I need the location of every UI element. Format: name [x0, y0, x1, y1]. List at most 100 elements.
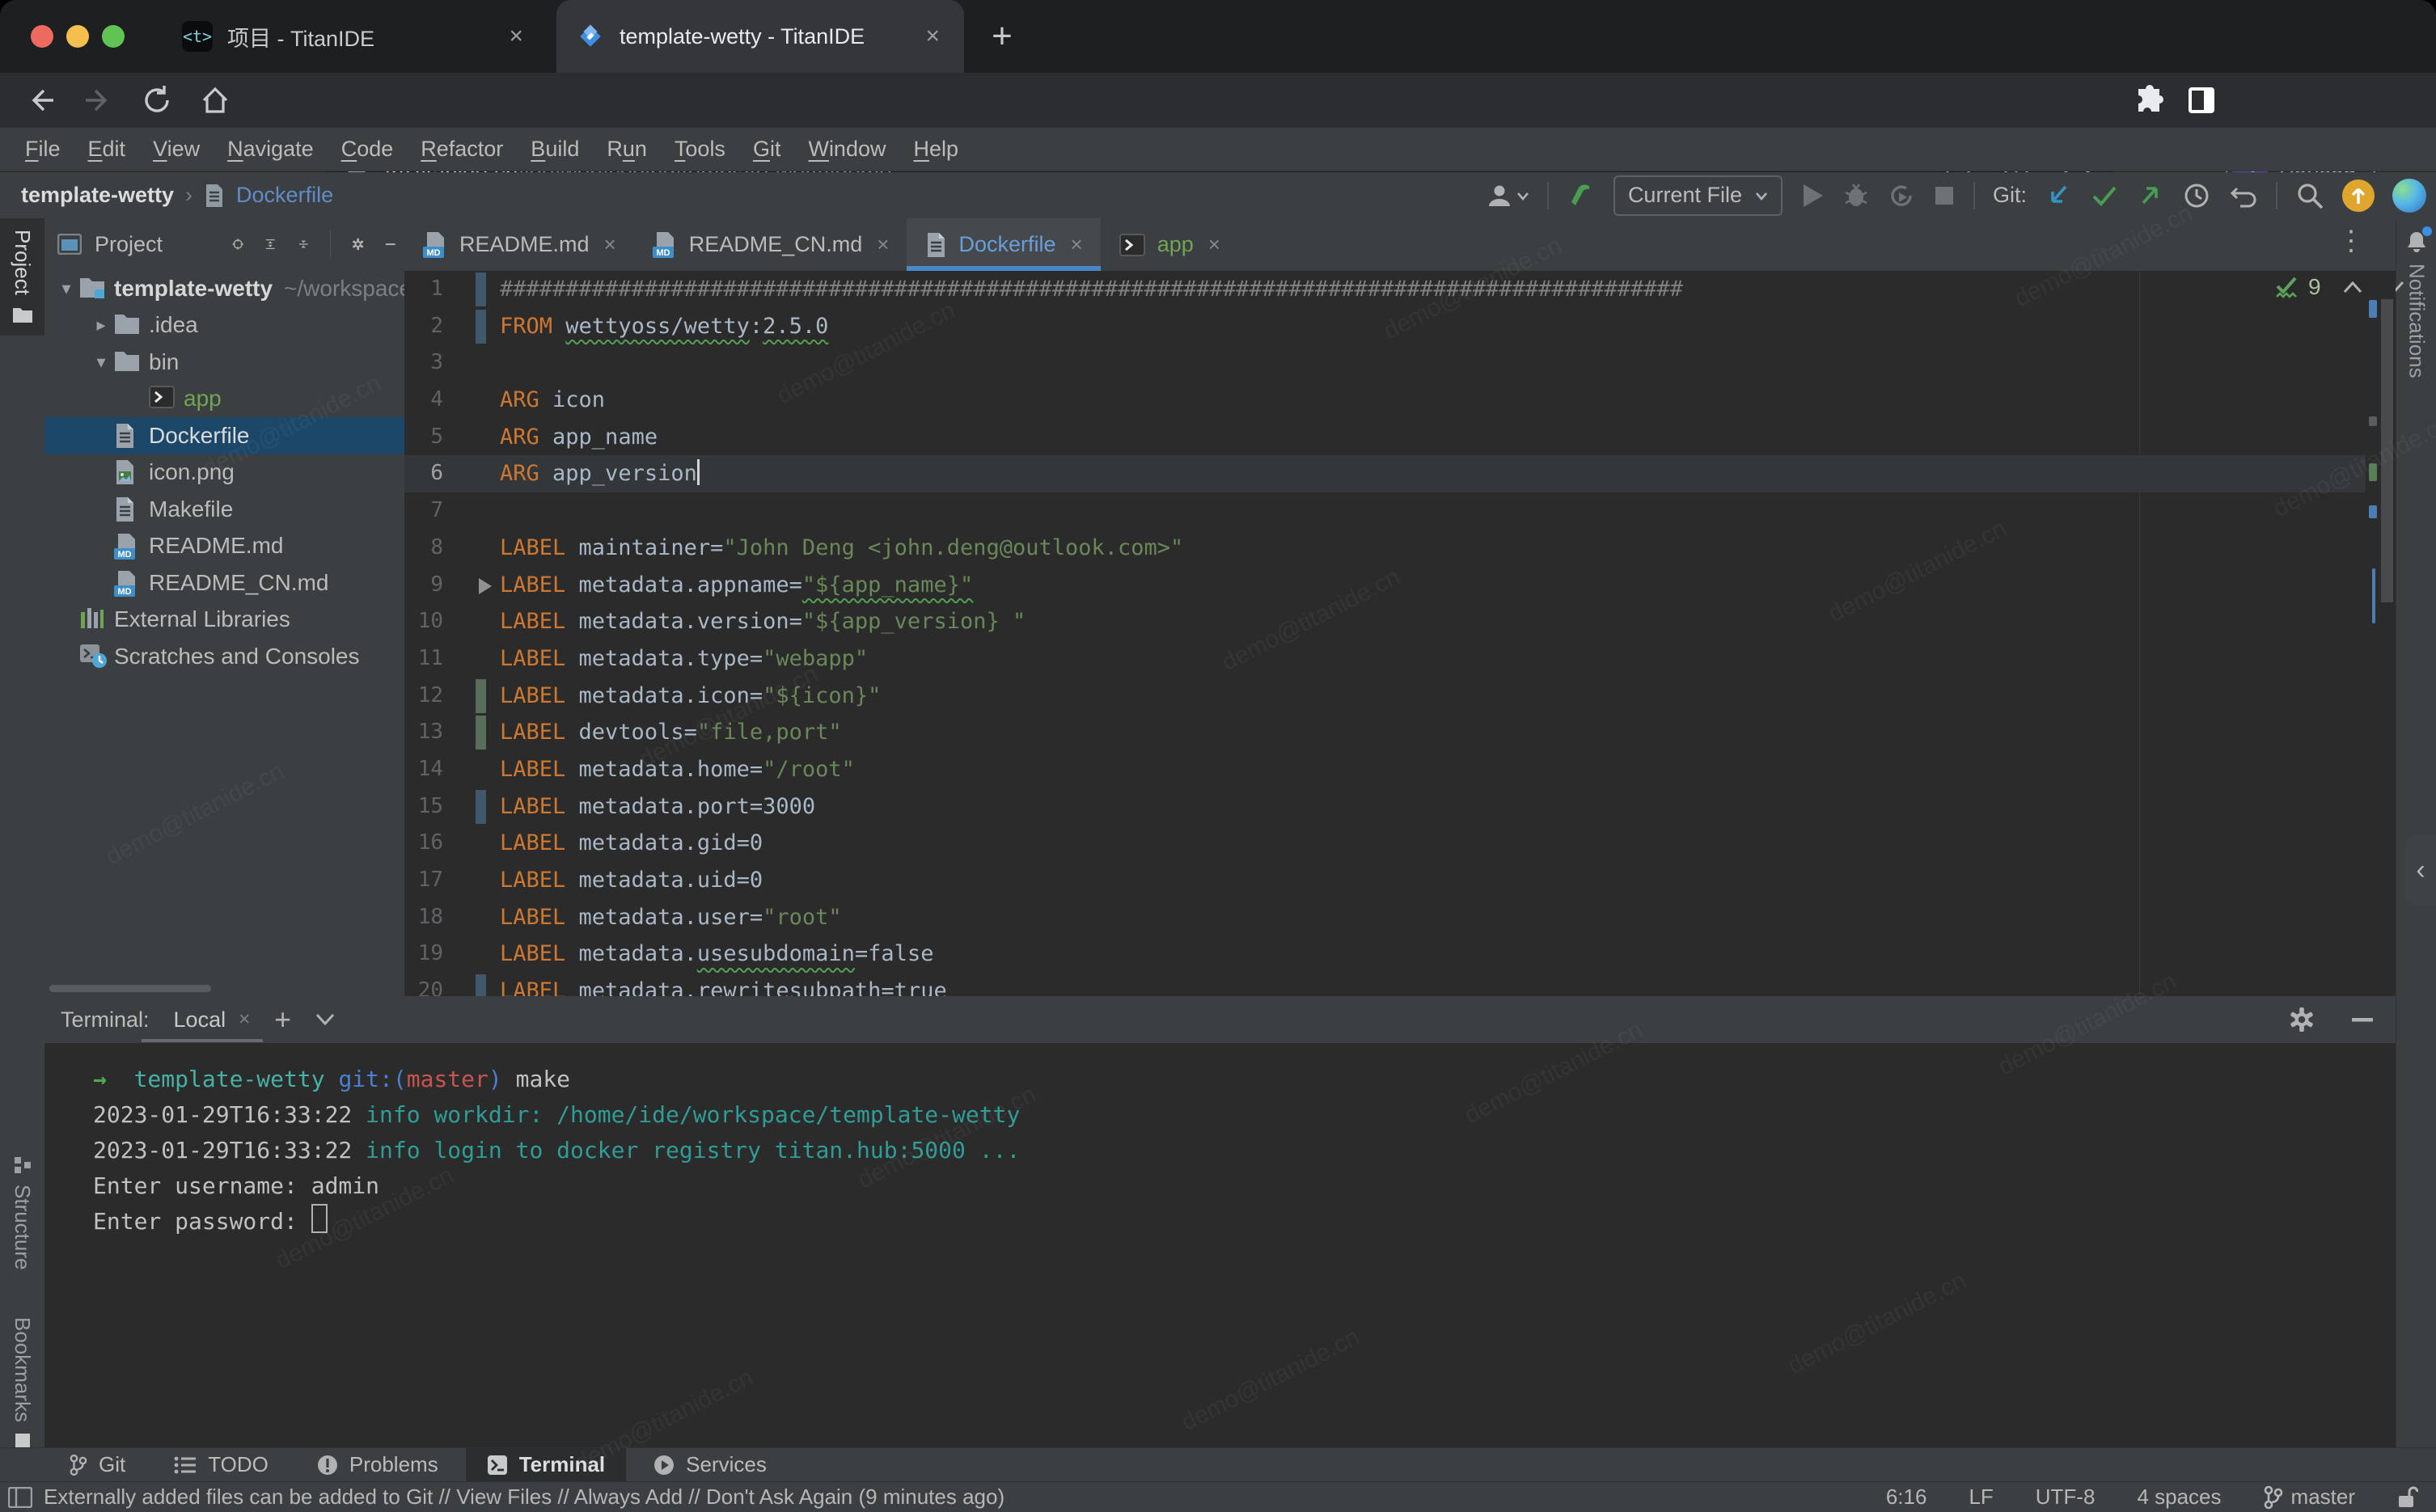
menu-window[interactable]: Window	[794, 137, 899, 162]
code-line-16[interactable]: 16LABEL metadata.gid=0	[404, 825, 2366, 862]
tree-item-makefile[interactable]: Makefile	[44, 491, 404, 528]
code-line-14[interactable]: 14LABEL metadata.home="/root"	[404, 751, 2366, 788]
user-icon[interactable]	[1486, 182, 1529, 209]
code-line-20[interactable]: 20LABEL metadata.rewritesubpath=true	[404, 973, 2366, 996]
git-push-icon[interactable]	[2137, 182, 2164, 209]
close-tab-icon[interactable]: ×	[877, 232, 889, 257]
code-line-18[interactable]: 18LABEL metadata.user="root"	[404, 899, 2366, 936]
hide-panel-minus-icon[interactable]	[385, 241, 396, 247]
menu-file[interactable]: File	[11, 137, 74, 162]
breadcrumb-file[interactable]: Dockerfile	[236, 183, 333, 208]
project-panel-title[interactable]: Project	[57, 232, 163, 257]
collapse-all-icon[interactable]	[298, 231, 309, 257]
back-icon[interactable]	[23, 82, 58, 118]
sidebar-item-structure[interactable]: Structure	[0, 1144, 44, 1282]
editor-tab-readme-cn-md[interactable]: MDREADME_CN.md×	[634, 218, 907, 271]
sidebar-item-bookmarks[interactable]: Bookmarks	[0, 1306, 44, 1466]
code-line-5[interactable]: 5ARG app_name	[404, 419, 2366, 456]
menu-code[interactable]: Code	[328, 137, 408, 162]
git-commit-check-icon[interactable]	[2090, 182, 2119, 209]
minimize-window-button[interactable]	[66, 25, 89, 48]
extensions-puzzle-icon[interactable]	[2132, 82, 2167, 118]
close-tab-icon[interactable]: ×	[604, 232, 616, 257]
code-line-12[interactable]: 12LABEL metadata.icon="${icon}"	[404, 678, 2366, 715]
code-line-10[interactable]: 10LABEL metadata.version="${app_version}…	[404, 603, 2366, 640]
tree-item-template-wetty[interactable]: ▾template-wetty~/workspace	[44, 270, 404, 307]
new-terminal-session-icon[interactable]: +	[274, 1003, 291, 1037]
tree-item-scratches-and-consoles[interactable]: Scratches and Consoles	[44, 638, 404, 675]
menu-navigate[interactable]: Navigate	[214, 137, 328, 162]
code-line-11[interactable]: 11LABEL metadata.type="webapp"	[404, 640, 2366, 678]
tree-item--idea[interactable]: ▸.idea	[44, 307, 404, 344]
build-hammer-icon[interactable]	[1567, 181, 1596, 210]
gear-icon[interactable]	[352, 230, 364, 258]
tree-item-external-libraries[interactable]: External Libraries	[44, 602, 404, 639]
collapsed-panel-handle[interactable]: ‹	[2405, 834, 2436, 906]
code-editor[interactable]: 1#######################################…	[404, 271, 2366, 996]
code-line-7[interactable]: 7	[404, 492, 2366, 530]
history-clock-icon[interactable]	[2182, 181, 2211, 210]
close-terminal-tab-icon[interactable]: ×	[239, 1008, 250, 1031]
home-icon[interactable]	[197, 82, 233, 118]
status-window-icon[interactable]	[8, 1487, 32, 1508]
close-tab-icon[interactable]: ×	[1071, 232, 1083, 257]
ide-update-icon[interactable]	[2342, 179, 2375, 212]
unlock-icon[interactable]	[2397, 1485, 2418, 1510]
close-tab-icon[interactable]: ×	[920, 23, 945, 50]
file-encoding[interactable]: UTF-8	[2036, 1485, 2096, 1510]
code-line-9[interactable]: 9LABEL metadata.appname="${app_name}"	[404, 567, 2366, 604]
expand-all-icon[interactable]	[264, 231, 276, 257]
sidebar-item-notifications[interactable]: Notifications	[2396, 218, 2436, 390]
tool-window-button-problems[interactable]: Problems	[296, 1448, 459, 1482]
browser-tab-1[interactable]: <t> 项目 - TitanIDE ×	[166, 0, 544, 73]
code-line-1[interactable]: 1#######################################…	[404, 271, 2366, 308]
close-tab-icon[interactable]: ×	[1208, 232, 1220, 257]
menu-edit[interactable]: Edit	[74, 137, 140, 162]
new-tab-button[interactable]: +	[980, 15, 1024, 58]
code-line-2[interactable]: 2FROM wettyoss/wetty:2.5.0	[404, 308, 2366, 345]
editor-tabs-menu-kebab-icon[interactable]: ⋮	[2337, 225, 2365, 257]
code-line-13[interactable]: 13LABEL devtools="file,port"	[404, 714, 2366, 751]
terminal-dropdown-chevron-icon[interactable]	[315, 1013, 335, 1026]
menu-run[interactable]: Run	[593, 137, 661, 162]
editor-scrollbar[interactable]	[2381, 299, 2393, 602]
tool-window-button-terminal[interactable]: Terminal	[466, 1448, 626, 1482]
tree-item-app[interactable]: app	[44, 381, 404, 418]
side-panel-icon[interactable]	[2184, 82, 2219, 118]
menu-git[interactable]: Git	[739, 137, 795, 162]
git-branch-widget[interactable]: master	[2264, 1485, 2355, 1510]
caret-position[interactable]: 6:16	[1886, 1485, 1927, 1510]
close-tab-icon[interactable]: ×	[504, 23, 528, 50]
close-window-button[interactable]	[31, 25, 53, 48]
fold-arrow-icon[interactable]	[479, 578, 492, 594]
terminal-tab-local[interactable]: Local ×	[174, 1007, 251, 1033]
git-update-icon[interactable]	[2045, 182, 2072, 209]
code-line-17[interactable]: 17LABEL metadata.uid=0	[404, 862, 2366, 899]
menu-build[interactable]: Build	[517, 137, 593, 162]
menu-refactor[interactable]: Refactor	[407, 137, 517, 162]
browser-tab-2[interactable]: template-wetty - TitanIDE ×	[556, 0, 964, 73]
tree-expanded-arrow-icon[interactable]: ▾	[89, 352, 113, 373]
rollback-icon[interactable]	[2229, 182, 2258, 209]
code-line-4[interactable]: 4ARG icon	[404, 382, 2366, 419]
tree-item-icon-png[interactable]: icon.png	[44, 454, 404, 492]
code-line-6[interactable]: 6ARG app_version	[404, 455, 2366, 492]
menu-help[interactable]: Help	[899, 137, 972, 162]
tree-item-readme-cn-md[interactable]: MDREADME_CN.md	[44, 564, 404, 602]
maximize-window-button[interactable]	[102, 25, 125, 48]
tool-window-button-git[interactable]: Git	[49, 1448, 146, 1482]
code-line-3[interactable]: 3	[404, 344, 2366, 382]
tree-item-readme-md[interactable]: MDREADME.md	[44, 528, 404, 565]
code-line-15[interactable]: 15LABEL metadata.port=3000	[404, 788, 2366, 826]
search-everywhere-icon[interactable]	[2295, 181, 2324, 210]
editor-tab-app[interactable]: app×	[1101, 218, 1238, 271]
locate-file-icon[interactable]	[232, 231, 243, 257]
sidebar-item-project-stripe[interactable]: Project	[0, 218, 44, 336]
menu-tools[interactable]: Tools	[661, 137, 739, 162]
tool-window-button-services[interactable]: Services	[632, 1448, 788, 1482]
breadcrumb-project[interactable]: template-wetty	[21, 183, 174, 208]
menu-view[interactable]: View	[139, 137, 214, 162]
code-line-19[interactable]: 19LABEL metadata.usesubdomain=false	[404, 935, 2366, 973]
editor-tab-dockerfile[interactable]: Dockerfile×	[907, 218, 1100, 271]
tree-collapsed-arrow-icon[interactable]: ▸	[89, 315, 113, 336]
